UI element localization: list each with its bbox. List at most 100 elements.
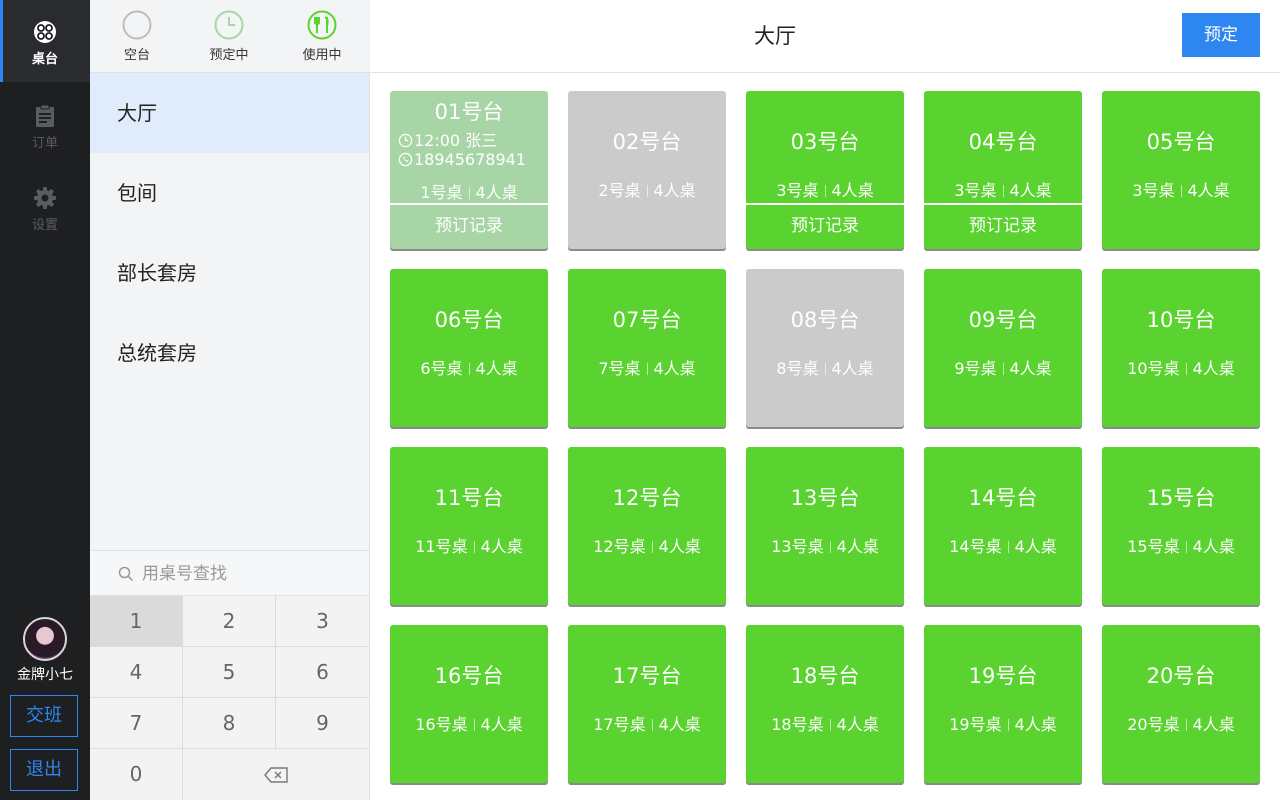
table-size: 4人桌 <box>480 537 523 556</box>
table-card[interactable]: 06号台 6号桌 4人桌 <box>390 269 548 427</box>
phone-icon <box>398 152 413 167</box>
main-nav: 桌台 订单 设置 金牌小七 交班 退出 <box>0 0 90 800</box>
key-7[interactable]: 7 <box>90 698 183 749</box>
table-number: 8号桌 <box>776 359 819 378</box>
table-card[interactable]: 18号台 18号桌 4人桌 <box>746 625 904 783</box>
table-card[interactable]: 03号台 3号桌 4人桌 预订记录 <box>746 91 904 249</box>
table-card[interactable]: 01号台 12:00 张三 18945678941 1号桌 4人桌 预订记录 <box>390 91 548 249</box>
table-size: 4人桌 <box>658 715 701 734</box>
table-card[interactable]: 20号台 20号桌 4人桌 <box>1102 625 1260 783</box>
category-private-room[interactable]: 包间 <box>90 153 369 233</box>
table-card[interactable]: 07号台 7号桌 4人桌 <box>568 269 726 427</box>
table-size: 4人桌 <box>1014 537 1057 556</box>
table-number: 10号桌 <box>1127 359 1180 378</box>
divider <box>1002 363 1004 375</box>
clock-icon <box>398 133 413 148</box>
key-4[interactable]: 4 <box>90 647 183 698</box>
table-size: 4人桌 <box>653 181 696 200</box>
table-card[interactable]: 17号台 17号桌 4人桌 <box>568 625 726 783</box>
table-size: 4人桌 <box>1192 537 1235 556</box>
table-number: 14号桌 <box>949 537 1002 556</box>
table-info: 16号桌 4人桌 <box>390 711 548 735</box>
reservation-record-button[interactable]: 预订记录 <box>746 203 904 249</box>
table-card[interactable]: 05号台 3号桌 4人桌 <box>1102 91 1260 249</box>
category-minister-suite[interactable]: 部长套房 <box>90 233 369 313</box>
table-grid: 01号台 12:00 张三 18945678941 1号桌 4人桌 预订记录 02号台 2号桌… <box>370 74 1280 800</box>
reservation-time: 12:00 张三 <box>398 127 497 151</box>
table-size: 4人桌 <box>653 359 696 378</box>
table-name: 02号台 <box>612 130 682 154</box>
divider <box>824 363 826 375</box>
divider <box>1002 185 1004 197</box>
table-card[interactable]: 11号台 11号桌 4人桌 <box>390 447 548 605</box>
reservation-record-button[interactable]: 预订记录 <box>390 203 548 249</box>
table-name: 13号台 <box>790 486 860 510</box>
table-name: 14号台 <box>968 486 1038 510</box>
nav-item-settings[interactable]: 设置 <box>0 166 90 248</box>
table-name: 19号台 <box>968 664 1038 688</box>
table-card[interactable]: 09号台 9号桌 4人桌 <box>924 269 1082 427</box>
table-icon <box>34 21 56 43</box>
key-3[interactable]: 3 <box>276 596 369 647</box>
category-presidential-suite[interactable]: 总统套房 <box>90 313 369 393</box>
table-card[interactable]: 15号台 15号桌 4人桌 <box>1102 447 1260 605</box>
book-button[interactable]: 预定 <box>1182 13 1260 57</box>
table-card[interactable]: 19号台 19号桌 4人桌 <box>924 625 1082 783</box>
nav-item-orders[interactable]: 订单 <box>0 84 90 166</box>
nav-item-tables[interactable]: 桌台 <box>0 0 90 82</box>
table-number: 17号桌 <box>593 715 646 734</box>
clock-icon <box>214 10 244 40</box>
key-5[interactable]: 5 <box>183 647 276 698</box>
legend-empty-label: 空台 <box>123 48 150 63</box>
table-info: 8号桌 4人桌 <box>746 355 904 379</box>
key-8[interactable]: 8 <box>183 698 276 749</box>
status-legend: 空台 预定中 使用中 <box>90 0 370 73</box>
table-name: 10号台 <box>1146 308 1216 332</box>
divider <box>1180 185 1182 197</box>
table-size: 4人桌 <box>1014 715 1057 734</box>
table-card[interactable]: 02号台 2号桌 4人桌 <box>568 91 726 249</box>
table-card[interactable]: 04号台 3号桌 4人桌 预订记录 <box>924 91 1082 249</box>
category-hall[interactable]: 大厅 <box>90 73 369 153</box>
header: 大厅 预定 <box>370 0 1280 73</box>
table-card[interactable]: 14号台 14号桌 4人桌 <box>924 447 1082 605</box>
divider <box>1185 363 1187 375</box>
table-size: 4人桌 <box>1192 715 1235 734</box>
category-panel: 空台 预定中 使用中 大厅 包间 部长套房 总统套房 用桌号查找 1 2 3 4… <box>90 0 370 800</box>
divider <box>468 187 470 199</box>
table-card[interactable]: 08号台 8号桌 4人桌 <box>746 269 904 427</box>
table-card[interactable]: 12号台 12号桌 4人桌 <box>568 447 726 605</box>
key-9[interactable]: 9 <box>276 698 369 749</box>
table-size: 4人桌 <box>831 359 874 378</box>
legend-reserved: 预定中 <box>198 10 258 66</box>
table-number: 13号桌 <box>771 537 824 556</box>
key-2[interactable]: 2 <box>183 596 276 647</box>
key-0[interactable]: 0 <box>90 749 183 800</box>
table-number: 18号桌 <box>771 715 824 734</box>
table-info: 18号桌 4人桌 <box>746 711 904 735</box>
table-card[interactable]: 10号台 10号桌 4人桌 <box>1102 269 1260 427</box>
reservation-record-button[interactable]: 预订记录 <box>924 203 1082 249</box>
table-info: 7号桌 4人桌 <box>568 355 726 379</box>
utensils-icon <box>307 10 337 40</box>
legend-reserved-label: 预定中 <box>209 48 249 63</box>
table-number: 2号桌 <box>598 181 641 200</box>
table-card[interactable]: 16号台 16号桌 4人桌 <box>390 625 548 783</box>
table-info: 3号桌 4人桌 <box>746 177 904 201</box>
table-size: 4人桌 <box>480 715 523 734</box>
handover-button[interactable]: 交班 <box>10 695 78 737</box>
search-input[interactable] <box>142 559 352 589</box>
table-info: 1号桌 4人桌 <box>390 179 548 203</box>
table-name: 01号台 <box>434 100 504 124</box>
backspace-key[interactable] <box>183 749 369 800</box>
avatar[interactable] <box>23 617 67 661</box>
key-6[interactable]: 6 <box>276 647 369 698</box>
table-info: 19号桌 4人桌 <box>924 711 1082 735</box>
nav-label-tables: 桌台 <box>31 52 58 67</box>
logout-button[interactable]: 退出 <box>10 749 78 791</box>
divider <box>651 719 653 731</box>
divider <box>824 185 826 197</box>
table-card[interactable]: 13号台 13号桌 4人桌 <box>746 447 904 605</box>
table-size: 4人桌 <box>1192 359 1235 378</box>
key-1[interactable]: 1 <box>90 596 183 647</box>
